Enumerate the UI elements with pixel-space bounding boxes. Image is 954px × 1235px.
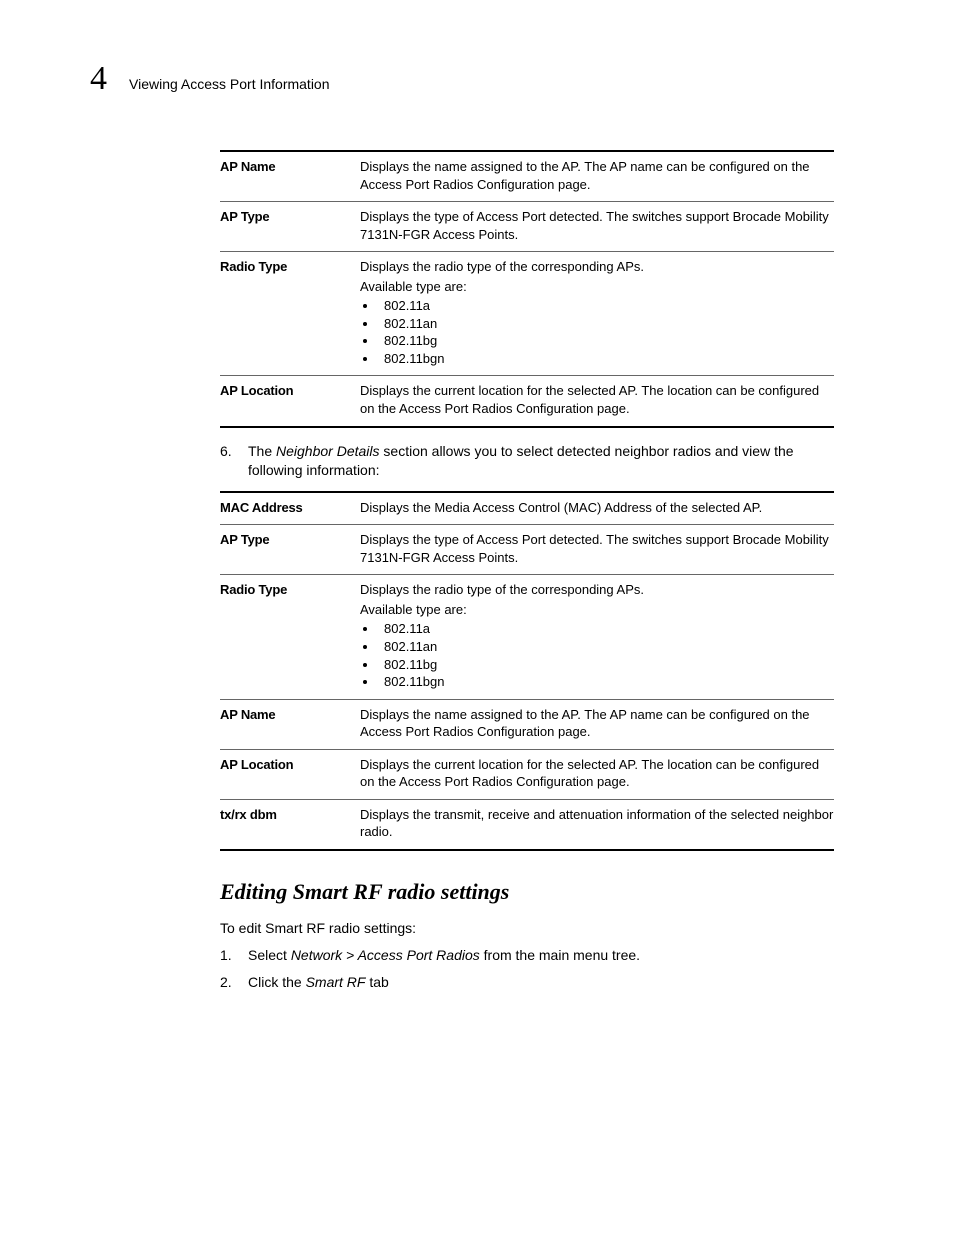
list-item: 802.11bg xyxy=(378,656,834,674)
step-text: Click the Smart RF tab xyxy=(248,972,834,993)
table-row: AP Location Displays the current locatio… xyxy=(220,749,834,799)
text-fragment: Select xyxy=(248,947,291,963)
row-desc: Displays the type of Access Port detecte… xyxy=(360,531,834,566)
table-row: tx/rx dbm Displays the transmit, receive… xyxy=(220,799,834,849)
table-row: Radio Type Displays the radio type of th… xyxy=(220,574,834,698)
list-item: 802.11bgn xyxy=(378,350,834,368)
table-row: AP Name Displays the name assigned to th… xyxy=(220,699,834,749)
list-item: 802.11bg xyxy=(378,332,834,350)
row-label: tx/rx dbm xyxy=(220,806,360,843)
numbered-step: 1. Select Network > Access Port Radios f… xyxy=(220,945,834,966)
row-body: Displays the transmit, receive and atten… xyxy=(360,806,834,843)
row-desc: Displays the name assigned to the AP. Th… xyxy=(360,158,834,193)
ui-term: Smart RF xyxy=(306,974,366,990)
row-body: Displays the type of Access Port detecte… xyxy=(360,531,834,568)
step-number: 1. xyxy=(220,945,248,966)
section-title: Viewing Access Port Information xyxy=(129,76,330,92)
row-label: AP Name xyxy=(220,706,360,743)
row-desc: Available type are: xyxy=(360,278,834,296)
row-body: Displays the current location for the se… xyxy=(360,382,834,419)
row-label: Radio Type xyxy=(220,581,360,692)
numbered-paragraph: 6. The Neighbor Details section allows y… xyxy=(220,442,834,481)
table-row: AP Location Displays the current locatio… xyxy=(220,375,834,425)
row-label: AP Type xyxy=(220,531,360,568)
text-fragment: tab xyxy=(365,974,388,990)
row-body: Displays the current location for the se… xyxy=(360,756,834,793)
row-label: Radio Type xyxy=(220,258,360,369)
ui-term: Network > Access Port Radios xyxy=(291,947,480,963)
list-item: 802.11an xyxy=(378,315,834,333)
row-desc: Displays the current location for the se… xyxy=(360,756,834,791)
row-desc: Displays the type of Access Port detecte… xyxy=(360,208,834,243)
row-desc: Displays the Media Access Control (MAC) … xyxy=(360,499,834,517)
row-desc: Displays the name assigned to the AP. Th… xyxy=(360,706,834,741)
step-number: 6. xyxy=(220,442,248,481)
row-list: 802.11a 802.11an 802.11bg 802.11bgn xyxy=(378,620,834,690)
row-label: AP Name xyxy=(220,158,360,195)
table-row: Radio Type Displays the radio type of th… xyxy=(220,251,834,375)
row-body: Displays the type of Access Port detecte… xyxy=(360,208,834,245)
row-label: MAC Address xyxy=(220,499,360,519)
table-row: AP Name Displays the name assigned to th… xyxy=(220,152,834,201)
row-body: Displays the radio type of the correspon… xyxy=(360,581,834,692)
row-label: AP Type xyxy=(220,208,360,245)
row-body: Displays the name assigned to the AP. Th… xyxy=(360,158,834,195)
row-desc: Displays the current location for the se… xyxy=(360,382,834,417)
step-text: The Neighbor Details section allows you … xyxy=(248,442,834,481)
row-body: Displays the radio type of the correspon… xyxy=(360,258,834,369)
row-desc: Available type are: xyxy=(360,601,834,619)
list-item: 802.11a xyxy=(378,620,834,638)
row-desc: Displays the radio type of the correspon… xyxy=(360,581,834,599)
numbered-step: 2. Click the Smart RF tab xyxy=(220,972,834,993)
step-text: Select Network > Access Port Radios from… xyxy=(248,945,834,966)
row-body: Displays the Media Access Control (MAC) … xyxy=(360,499,834,519)
definition-table: AP Name Displays the name assigned to th… xyxy=(220,150,834,428)
table-row: AP Type Displays the type of Access Port… xyxy=(220,201,834,251)
row-label: AP Location xyxy=(220,382,360,419)
list-item: 802.11an xyxy=(378,638,834,656)
step-number: 2. xyxy=(220,972,248,993)
text-fragment: The xyxy=(248,443,276,459)
text-fragment: from the main menu tree. xyxy=(480,947,640,963)
section-heading: Editing Smart RF radio settings xyxy=(220,879,834,905)
running-header: 4 Viewing Access Port Information xyxy=(90,60,834,98)
row-desc: Displays the radio type of the correspon… xyxy=(360,258,834,276)
list-item: 802.11bgn xyxy=(378,673,834,691)
ui-term: Neighbor Details xyxy=(276,443,380,459)
list-item: 802.11a xyxy=(378,297,834,315)
row-label: AP Location xyxy=(220,756,360,793)
row-list: 802.11a 802.11an 802.11bg 802.11bgn xyxy=(378,297,834,367)
text-fragment: Click the xyxy=(248,974,306,990)
definition-table: MAC Address Displays the Media Access Co… xyxy=(220,491,834,851)
content-area: AP Name Displays the name assigned to th… xyxy=(220,150,834,993)
row-desc: Displays the transmit, receive and atten… xyxy=(360,806,834,841)
intro-paragraph: To edit Smart RF radio settings: xyxy=(220,919,834,939)
chapter-number: 4 xyxy=(90,60,107,98)
page: 4 Viewing Access Port Information AP Nam… xyxy=(0,0,954,1235)
table-row: MAC Address Displays the Media Access Co… xyxy=(220,493,834,525)
table-row: AP Type Displays the type of Access Port… xyxy=(220,524,834,574)
row-body: Displays the name assigned to the AP. Th… xyxy=(360,706,834,743)
